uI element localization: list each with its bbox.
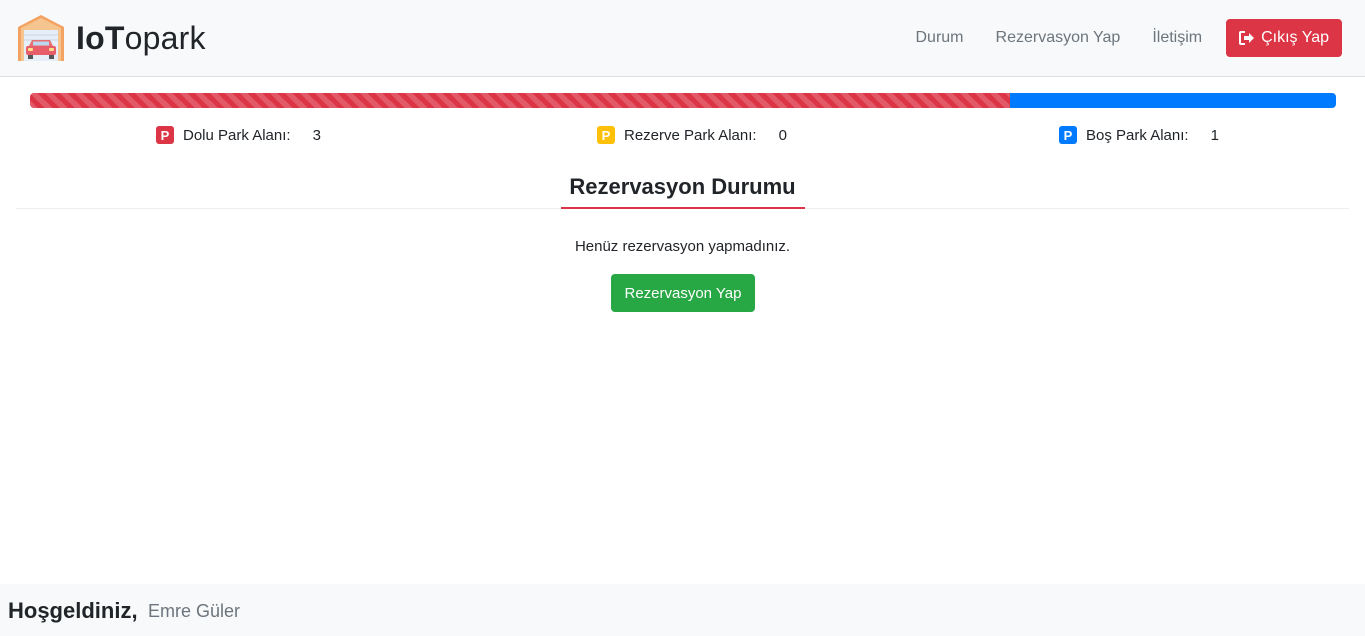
nav-durum[interactable]: Durum <box>900 21 980 55</box>
parking-occupancy-bar <box>30 93 1336 108</box>
brand-name: IoTopark <box>76 20 206 57</box>
parking-icon: P <box>1059 126 1077 144</box>
stat-occupied-label: Dolu Park Alanı: <box>183 126 291 144</box>
stat-occupied: P Dolu Park Alanı: 3 <box>156 126 321 144</box>
brand[interactable]: IoTopark <box>16 13 206 63</box>
stat-free: P Boş Park Alanı: 1 <box>1059 126 1219 144</box>
parking-icon: P <box>597 126 615 144</box>
stat-free-label: Boş Park Alanı: <box>1086 126 1189 144</box>
brand-name-bold: IoT <box>76 19 125 56</box>
stat-reserved-label: Rezerve Park Alanı: <box>624 126 757 144</box>
stat-reserved-value: 0 <box>778 126 787 144</box>
logout-label: Çıkış Yap <box>1261 29 1329 46</box>
welcome-text: Hoşgeldiniz, <box>8 598 138 623</box>
make-reservation-button[interactable]: Rezervasyon Yap <box>611 274 755 312</box>
no-reservation-message: Henüz rezervasyon yapmadınız. <box>574 238 791 255</box>
free-segment <box>1009 93 1336 108</box>
reservation-status-title: Rezervasyon Durumu <box>569 174 796 199</box>
nav-iletisim[interactable]: İletişim <box>1136 21 1218 55</box>
nav-links: Durum Rezervasyon Yap İletişim Çıkış Yap <box>900 19 1342 57</box>
footer: Hoşgeldiniz, Emre Güler <box>0 584 1365 636</box>
parking-icon: P <box>156 126 174 144</box>
brand-name-rest: opark <box>124 19 206 56</box>
logout-button[interactable]: Çıkış Yap <box>1226 19 1342 57</box>
garage-car-icon <box>18 15 64 61</box>
stat-free-value: 1 <box>1210 126 1219 144</box>
stat-occupied-value: 3 <box>312 126 321 144</box>
navbar: IoTopark Durum Rezervasyon Yap İletişim … <box>0 0 1365 77</box>
nav-rezervasyon-yap[interactable]: Rezervasyon Yap <box>980 21 1137 55</box>
stat-reserved: P Rezerve Park Alanı: 0 <box>597 126 787 144</box>
occupied-segment <box>30 93 1010 108</box>
title-underline <box>561 207 805 209</box>
user-name: Emre Güler <box>148 601 241 621</box>
sign-out-icon <box>1239 31 1255 45</box>
